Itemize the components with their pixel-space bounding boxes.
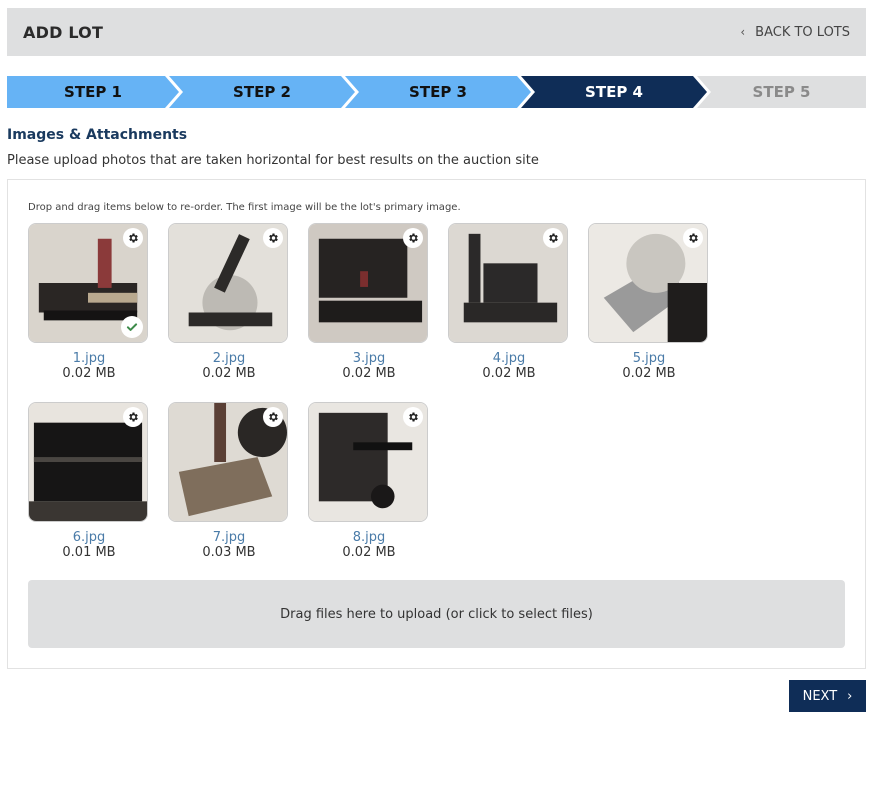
back-to-lots-label: BACK TO LOTS [755, 24, 850, 40]
file-name-link[interactable]: 5.jpg [588, 351, 710, 366]
file-size: 0.02 MB [62, 366, 116, 381]
image-thumbnail[interactable]: 4.jpg 0.02 MB [448, 223, 570, 381]
file-name-link[interactable]: 1.jpg [28, 351, 150, 366]
gear-icon[interactable] [263, 407, 283, 427]
image-thumbnail[interactable]: 7.jpg 0.03 MB [168, 402, 290, 560]
step-2-label: STEP 2 [233, 83, 291, 101]
file-name-link[interactable]: 4.jpg [448, 351, 570, 366]
image-thumbnail[interactable]: 5.jpg 0.02 MB [588, 223, 710, 381]
thumbnail-photo[interactable] [168, 223, 288, 343]
file-size: 0.02 MB [342, 366, 396, 381]
image-thumbnail[interactable]: 1.jpg 0.02 MB [28, 223, 150, 381]
chevron-right-icon: › [847, 688, 853, 704]
step-3[interactable]: STEP 3 [345, 76, 531, 108]
gear-icon[interactable] [683, 228, 703, 248]
section-subtitle: Please upload photos that are taken hori… [7, 153, 539, 168]
upload-dropzone[interactable]: Drag files here to upload (or click to s… [28, 580, 845, 648]
file-name-link[interactable]: 6.jpg [28, 530, 150, 545]
back-to-lots-link[interactable]: ‹ BACK TO LOTS [740, 25, 850, 40]
file-size: 0.03 MB [202, 545, 256, 560]
gear-icon[interactable] [263, 228, 283, 248]
step-2[interactable]: STEP 2 [169, 76, 355, 108]
step-wizard: STEP 1 STEP 2 STEP 3 STEP 4 STEP 5 [7, 76, 866, 108]
step-4-label: STEP 4 [585, 83, 643, 101]
file-name-link[interactable]: 8.jpg [308, 530, 430, 545]
thumbnail-photo[interactable] [308, 402, 428, 522]
file-size: 0.02 MB [342, 545, 396, 560]
file-name-link[interactable]: 2.jpg [168, 351, 290, 366]
file-size: 0.02 MB [622, 366, 676, 381]
check-icon [121, 316, 143, 338]
image-thumbnail[interactable]: 2.jpg 0.02 MB [168, 223, 290, 381]
step-5-label: STEP 5 [752, 83, 811, 101]
thumbnail-photo[interactable] [28, 223, 148, 343]
thumbnail-photo[interactable] [28, 402, 148, 522]
section-title: Images & Attachments [7, 127, 188, 143]
step-1-label: STEP 1 [64, 83, 122, 101]
file-name-link[interactable]: 7.jpg [168, 530, 290, 545]
thumbnail-photo[interactable] [588, 223, 708, 343]
thumbnail-photo[interactable] [308, 223, 428, 343]
thumbnail-photo[interactable] [168, 402, 288, 522]
gear-icon[interactable] [123, 228, 143, 248]
page-header: ADD LOT ‹ BACK TO LOTS [7, 8, 866, 56]
file-size: 0.01 MB [62, 545, 116, 560]
file-size: 0.02 MB [202, 366, 256, 381]
image-thumbnail[interactable]: 6.jpg 0.01 MB [28, 402, 150, 560]
image-thumbnail[interactable]: 3.jpg 0.02 MB [308, 223, 430, 381]
file-name-link[interactable]: 3.jpg [308, 351, 430, 366]
thumbnail-photo[interactable] [448, 223, 568, 343]
gear-icon[interactable] [403, 228, 423, 248]
file-size: 0.02 MB [482, 366, 536, 381]
gear-icon[interactable] [543, 228, 563, 248]
image-thumbnail[interactable]: 8.jpg 0.02 MB [308, 402, 430, 560]
next-button[interactable]: NEXT › [789, 680, 866, 712]
next-label: NEXT [802, 688, 838, 704]
chevron-left-icon: ‹ [740, 25, 746, 39]
gear-icon[interactable] [403, 407, 423, 427]
reorder-hint: Drop and drag items below to re-order. T… [28, 202, 461, 213]
gear-icon[interactable] [123, 407, 143, 427]
step-1[interactable]: STEP 1 [7, 76, 179, 108]
page-title: ADD LOT [23, 22, 104, 42]
step-3-label: STEP 3 [409, 83, 467, 101]
attachments-panel: Drop and drag items below to re-order. T… [7, 179, 866, 669]
step-4[interactable]: STEP 4 [521, 76, 707, 108]
step-5[interactable]: STEP 5 [697, 76, 866, 108]
